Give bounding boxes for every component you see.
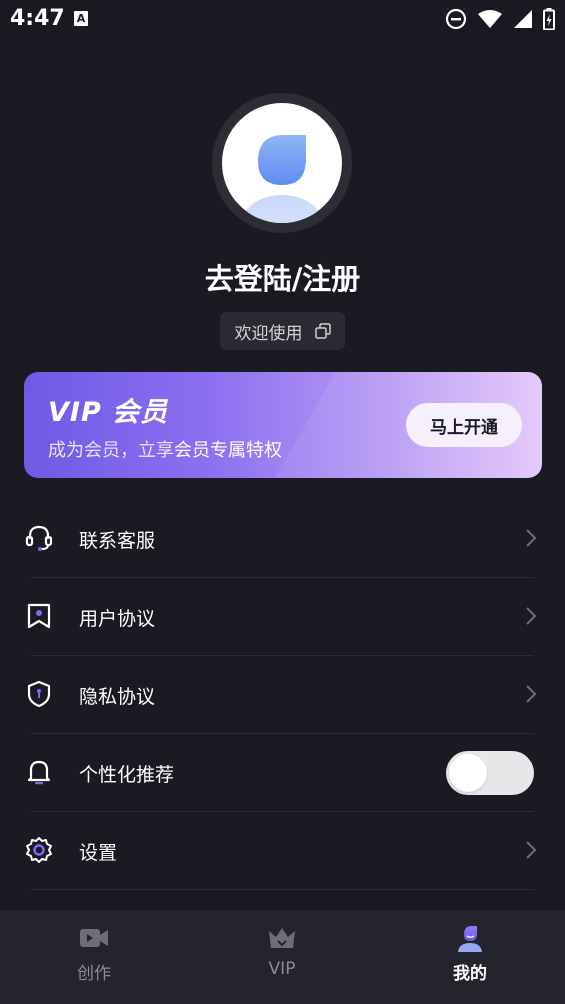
- notification-icon: A: [74, 11, 88, 26]
- chevron-right-icon: [526, 685, 537, 703]
- chevron-right-icon: [526, 607, 537, 625]
- vip-banner[interactable]: VIP 会员 成为会员，立享会员专属特权 马上开通: [24, 372, 542, 478]
- welcome-chip[interactable]: 欢迎使用: [220, 312, 345, 350]
- avatar[interactable]: [222, 103, 342, 223]
- toggle-knob: [449, 754, 487, 792]
- status-bar: 4:47 A: [0, 0, 565, 38]
- do-not-disturb-icon: [445, 8, 467, 30]
- bookmark-icon: [27, 603, 51, 629]
- cellular-signal-icon: [514, 10, 532, 28]
- menu-item-contact-support[interactable]: 联系客服: [0, 500, 565, 578]
- menu-label-settings: 设置: [79, 842, 118, 864]
- wifi-icon: [478, 10, 502, 28]
- tab-label-mine: 我的: [453, 964, 487, 984]
- user-icon: [458, 926, 482, 952]
- default-avatar-icon: [242, 135, 322, 223]
- menu-label-user-agreement: 用户协议: [79, 608, 156, 630]
- welcome-text: 欢迎使用: [234, 323, 303, 344]
- vip-subtitle: 成为会员，立享会员专属特权: [48, 436, 282, 462]
- menu-item-privacy-agreement[interactable]: 隐私协议: [0, 656, 565, 734]
- gear-icon: [26, 837, 52, 863]
- battery-icon: [543, 8, 555, 30]
- status-time: 4:47: [10, 6, 65, 31]
- menu-item-settings[interactable]: 设置: [0, 812, 565, 890]
- tab-create[interactable]: 创作: [0, 910, 188, 1004]
- video-camera-icon: [80, 929, 108, 947]
- bottom-tab-bar: 创作 VIP 我的: [0, 910, 565, 1004]
- menu-label-privacy-agreement: 隐私协议: [79, 686, 156, 708]
- menu-label-contact-support: 联系客服: [79, 530, 156, 552]
- bell-icon: [27, 760, 51, 785]
- chevron-right-icon: [526, 841, 537, 859]
- vip-open-button[interactable]: 马上开通: [406, 403, 522, 447]
- shield-icon: [27, 680, 51, 708]
- login-register-link[interactable]: 去登陆/注册: [0, 256, 565, 298]
- chevron-right-icon: [526, 529, 537, 547]
- headset-icon: [25, 525, 53, 551]
- menu-item-personalized-recommendation: 个性化推荐: [0, 734, 565, 812]
- status-icons: [445, 8, 555, 30]
- divider: [31, 889, 534, 890]
- tab-mine[interactable]: 我的: [376, 910, 564, 1004]
- crown-icon: [269, 928, 295, 948]
- vip-subtitle-prefix: 成为会员，立享: [48, 440, 174, 461]
- vip-title: VIP 会员: [48, 397, 169, 428]
- avatar-ring[interactable]: [212, 93, 352, 233]
- copy-icon[interactable]: [314, 323, 331, 339]
- personalized-recommendation-toggle[interactable]: [446, 751, 534, 795]
- vip-subtitle-highlight: 会员专属特权: [174, 440, 282, 461]
- tab-vip[interactable]: VIP: [188, 910, 376, 1004]
- tab-label-create: 创作: [77, 964, 111, 984]
- menu-label-personalized-recommendation: 个性化推荐: [79, 764, 175, 786]
- tab-label-vip: VIP: [268, 959, 296, 979]
- menu-item-user-agreement[interactable]: 用户协议: [0, 578, 565, 656]
